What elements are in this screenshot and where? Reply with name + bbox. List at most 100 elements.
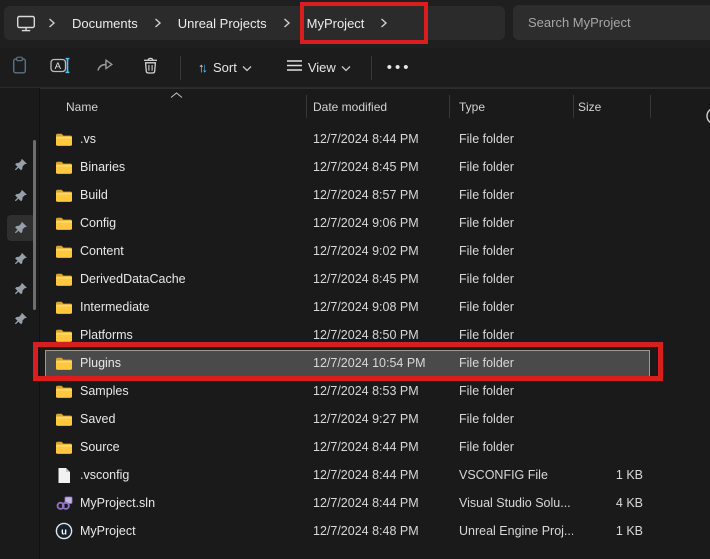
- chevron-right-icon: [48, 18, 56, 28]
- file-type: File folder: [449, 132, 573, 146]
- toolbar-icon-group: A: [0, 51, 173, 85]
- file-name: Plugins: [80, 356, 121, 370]
- file-row[interactable]: Saved 12/7/2024 9:27 PM File folder: [40, 405, 710, 433]
- visual-studio-icon: [55, 495, 73, 511]
- column-divider[interactable]: [306, 95, 307, 118]
- svg-text:u: u: [61, 527, 67, 538]
- folder-icon: [55, 384, 73, 399]
- pin-icon[interactable]: [14, 158, 28, 172]
- sort-label: Sort: [213, 60, 237, 75]
- file-type: File folder: [449, 356, 573, 370]
- folder-icon: [55, 328, 73, 343]
- chevron-right-icon: [154, 18, 162, 28]
- column-divider[interactable]: [449, 95, 450, 118]
- file-row[interactable]: Content 12/7/2024 9:02 PM File folder: [40, 237, 710, 265]
- pin-icon[interactable]: [14, 282, 28, 296]
- folder-icon: [55, 216, 73, 231]
- file-row[interactable]: DerivedDataCache 12/7/2024 8:45 PM File …: [40, 265, 710, 293]
- file-type: File folder: [449, 300, 573, 314]
- toolbar-separator: [371, 56, 372, 80]
- column-header-type[interactable]: Type: [459, 100, 485, 114]
- pin-icon[interactable]: [14, 252, 28, 266]
- file-date-modified: 12/7/2024 8:44 PM: [306, 468, 449, 482]
- pin-icon[interactable]: [14, 189, 28, 203]
- nav-scrollbar[interactable]: [33, 140, 36, 310]
- file-type: File folder: [449, 160, 573, 174]
- file-name: MyProject.sln: [80, 496, 155, 510]
- file-row[interactable]: MyProject.sln 12/7/2024 8:44 PM Visual S…: [40, 489, 710, 517]
- search-input[interactable]: Search MyProject: [513, 5, 710, 40]
- file-row[interactable]: Intermediate 12/7/2024 9:08 PM File fold…: [40, 293, 710, 321]
- pin-icon[interactable]: [14, 221, 28, 235]
- breadcrumb-documents[interactable]: Documents: [68, 12, 142, 35]
- share-button[interactable]: [83, 51, 128, 85]
- column-header-row: Name Date modified Type Size: [40, 92, 710, 122]
- column-header-date-modified[interactable]: Date modified: [313, 100, 387, 114]
- file-row[interactable]: Config 12/7/2024 9:06 PM File folder: [40, 209, 710, 237]
- delete-button[interactable]: [128, 51, 173, 85]
- folder-icon: [55, 300, 73, 315]
- top-bar: Documents Unreal Projects MyProject Sear…: [0, 0, 710, 48]
- file-icon: [55, 467, 73, 484]
- file-row[interactable]: Samples 12/7/2024 8:53 PM File folder: [40, 377, 710, 405]
- rename-button[interactable]: A: [38, 51, 83, 85]
- file-name: .vsconfig: [80, 468, 129, 482]
- file-row-selected[interactable]: Plugins 12/7/2024 10:54 PM File folder: [40, 349, 710, 377]
- file-date-modified: 12/7/2024 8:50 PM: [306, 328, 449, 342]
- file-type: VSCONFIG File: [449, 468, 573, 482]
- folder-icon: [55, 356, 73, 371]
- this-pc-monitor-icon[interactable]: [16, 15, 36, 32]
- file-row[interactable]: .vsconfig 12/7/2024 8:44 PM VSCONFIG Fil…: [40, 461, 710, 489]
- file-row[interactable]: u MyProject 12/7/2024 8:48 PM Unreal Eng…: [40, 517, 710, 545]
- file-name: Samples: [80, 384, 129, 398]
- file-date-modified: 12/7/2024 8:57 PM: [306, 188, 449, 202]
- file-type: Unreal Engine Proj...: [449, 524, 573, 538]
- folder-icon: [55, 272, 73, 287]
- file-row[interactable]: Platforms 12/7/2024 8:50 PM File folder: [40, 321, 710, 349]
- breadcrumb-myproject[interactable]: MyProject: [303, 12, 369, 35]
- address-bar[interactable]: Documents Unreal Projects MyProject: [4, 6, 505, 40]
- file-row[interactable]: Build 12/7/2024 8:57 PM File folder: [40, 181, 710, 209]
- svg-text:A: A: [55, 61, 62, 72]
- column-divider[interactable]: [573, 95, 574, 118]
- chevron-right-icon[interactable]: [380, 18, 388, 28]
- file-row[interactable]: Binaries 12/7/2024 8:45 PM File folder: [40, 153, 710, 181]
- column-header-name[interactable]: Name: [66, 100, 98, 114]
- file-row[interactable]: Source 12/7/2024 8:44 PM File folder: [40, 433, 710, 461]
- file-name: Saved: [80, 412, 115, 426]
- ellipsis-icon: •••: [379, 59, 420, 76]
- file-row[interactable]: .vs 12/7/2024 8:44 PM File folder: [40, 125, 710, 153]
- file-name: MyProject: [80, 524, 136, 538]
- breadcrumb-unreal-projects[interactable]: Unreal Projects: [174, 12, 271, 35]
- file-type: File folder: [449, 440, 573, 454]
- file-type: File folder: [449, 384, 573, 398]
- more-options-button[interactable]: •••: [379, 51, 420, 85]
- file-size: 1 KB: [573, 468, 651, 482]
- file-name: Platforms: [80, 328, 133, 342]
- unreal-engine-icon: u: [55, 522, 73, 540]
- folder-icon: [55, 412, 73, 427]
- header-top-border: [40, 88, 710, 89]
- file-type: File folder: [449, 216, 573, 230]
- folder-icon: [55, 160, 73, 175]
- column-header-size[interactable]: Size: [578, 100, 601, 114]
- file-date-modified: 12/7/2024 8:53 PM: [306, 384, 449, 398]
- file-date-modified: 12/7/2024 9:02 PM: [306, 244, 449, 258]
- file-date-modified: 12/7/2024 9:08 PM: [306, 300, 449, 314]
- pin-icon[interactable]: [14, 312, 28, 326]
- command-toolbar: A: [0, 48, 710, 88]
- file-type: File folder: [449, 272, 573, 286]
- view-button[interactable]: View: [276, 51, 361, 85]
- view-label: View: [308, 60, 336, 75]
- file-name: .vs: [80, 132, 96, 146]
- paste-icon: [11, 56, 28, 80]
- folder-icon: [55, 440, 73, 455]
- chevron-down-icon: [341, 59, 351, 77]
- column-divider[interactable]: [650, 95, 651, 118]
- search-placeholder: Search MyProject: [513, 15, 631, 30]
- file-type: Visual Studio Solu...: [449, 496, 573, 510]
- paste-button[interactable]: [0, 51, 38, 85]
- sort-button[interactable]: ↑↓ Sort: [188, 51, 262, 85]
- folder-icon: [55, 132, 73, 147]
- sort-ascending-caret-icon: [170, 88, 183, 102]
